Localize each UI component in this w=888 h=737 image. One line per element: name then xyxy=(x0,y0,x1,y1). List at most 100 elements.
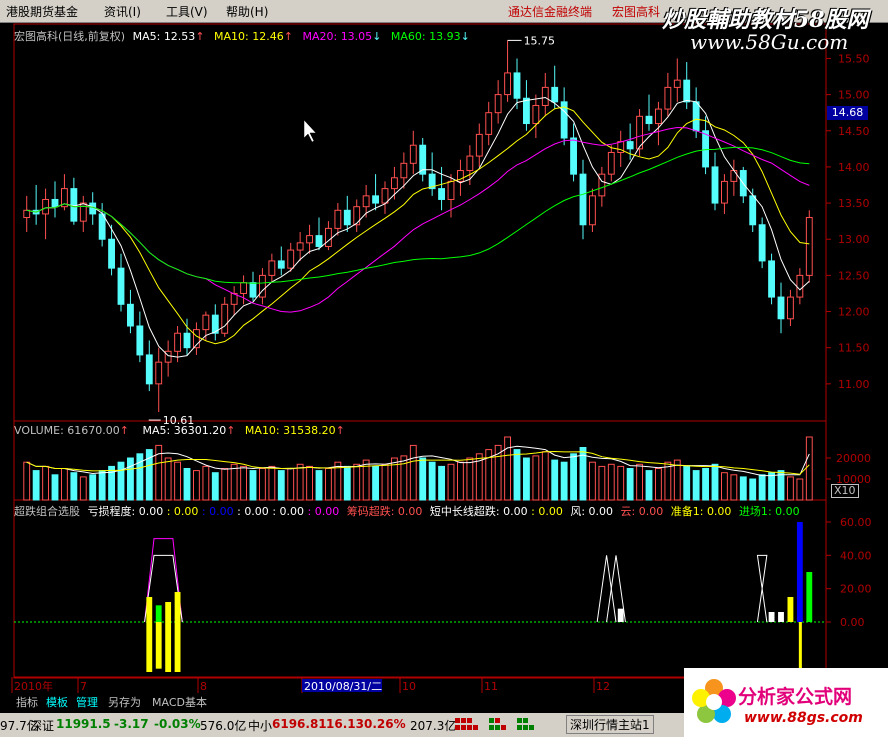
price-tick-label: 15.00 xyxy=(838,89,870,102)
volume-bar xyxy=(117,461,125,501)
indicator-v9: : 0.00 xyxy=(531,505,563,518)
candle-body xyxy=(711,166,719,204)
candle-body xyxy=(768,260,775,298)
price-tick-label: 11.00 xyxy=(838,378,870,391)
volume-bar xyxy=(183,468,191,501)
indicator-term: 短中长线超跌: 0.00 xyxy=(429,505,528,518)
indicator-plot xyxy=(14,522,826,672)
volume-bar xyxy=(607,463,615,501)
chart-frame xyxy=(11,23,831,693)
axis-labels: 15.50 15.00 14.50 14.00 13.50 13.00 12.50 12.00… xyxy=(14,34,872,693)
candle-body xyxy=(155,361,163,385)
ma60-label: MA60: 13.93↓ xyxy=(390,30,470,43)
volume-bar xyxy=(598,465,606,501)
candle-body xyxy=(334,209,342,229)
candle-body xyxy=(409,144,417,164)
price-tick-label: 14.00 xyxy=(838,161,870,174)
volume-bar xyxy=(551,459,559,501)
volume-bar xyxy=(739,476,747,501)
volume-bar xyxy=(277,470,285,501)
indicator-white-pulse xyxy=(756,554,768,623)
volume-bar xyxy=(805,436,813,501)
volume-bar xyxy=(372,465,379,501)
status-sz-change: -3.17 xyxy=(114,717,149,731)
volume-bar xyxy=(419,457,427,501)
indicator-bar xyxy=(806,572,813,622)
candle-body xyxy=(551,86,559,103)
candle-body xyxy=(296,242,304,251)
flower-logo-icon xyxy=(692,679,736,723)
indicator-bar xyxy=(174,592,181,622)
volume-ma10-label: MA10: 31538.20↑ xyxy=(244,424,345,437)
indicator-wind: 风: 0.00 xyxy=(570,505,614,518)
volume-bar xyxy=(202,465,210,501)
price-tick-label: 12.50 xyxy=(838,269,870,282)
candle-body xyxy=(127,303,134,327)
candle-body xyxy=(353,206,361,226)
x-axis-label: 8 xyxy=(200,680,207,693)
tab-indicator[interactable]: 指标 xyxy=(14,695,40,711)
tab-macd[interactable]: MACD基本 xyxy=(150,695,209,711)
status-zx-name: 中小 xyxy=(248,719,273,733)
candle-body xyxy=(683,79,691,103)
volume-bar xyxy=(711,463,719,501)
candle-body xyxy=(362,195,370,208)
volume-bar xyxy=(730,474,738,501)
volume-bar xyxy=(532,455,540,501)
volume-bar xyxy=(70,472,78,501)
volume-bar xyxy=(447,463,455,501)
candle-body xyxy=(23,209,31,219)
candle-body xyxy=(108,238,115,269)
current-price-tag: 14.68 xyxy=(827,106,868,120)
volume-bar xyxy=(409,444,417,501)
volume-unit: X10 xyxy=(831,484,859,498)
candle-body xyxy=(655,108,662,125)
volume-bar xyxy=(768,472,775,501)
volume-bar xyxy=(692,470,700,501)
candle-body xyxy=(607,151,615,175)
tab-save-as[interactable]: 另存为 xyxy=(106,695,143,711)
candle-body xyxy=(202,314,210,331)
status-zx-value: 6196.81 xyxy=(272,717,327,731)
volume-bar xyxy=(381,463,389,501)
tab-template[interactable]: 模板 xyxy=(44,695,70,711)
volume-bar xyxy=(513,449,521,501)
price-tick-label: 13.50 xyxy=(838,197,870,210)
candle-body xyxy=(381,188,389,204)
candle-body xyxy=(174,332,181,352)
indicator-bar-negative xyxy=(798,622,802,669)
candle-body xyxy=(70,188,78,222)
candle-body xyxy=(268,260,276,276)
indicator-bar xyxy=(617,608,624,622)
volume-bar xyxy=(42,465,49,501)
candle-body xyxy=(645,115,653,125)
volume-bar xyxy=(32,470,40,501)
x-axis-label: 12 xyxy=(596,680,610,693)
logo-url: www.88gs.com xyxy=(744,710,863,726)
indicator-bar xyxy=(146,597,153,622)
status-station[interactable]: 深圳行情主站1 xyxy=(566,715,654,734)
candle-body xyxy=(475,133,483,157)
tab-manage[interactable]: 管理 xyxy=(74,695,100,711)
status-zx-pct: 0.26% xyxy=(364,717,406,731)
indicator-prepare: 准备1: 0.00 xyxy=(670,505,732,518)
price-tick-label: 11.50 xyxy=(838,342,870,355)
candle-body xyxy=(541,86,549,106)
volume-bar xyxy=(428,461,436,501)
logo-title: 分析家公式网 xyxy=(738,686,853,708)
volume-bar xyxy=(221,468,229,501)
candle-body xyxy=(485,112,493,135)
candle-body xyxy=(466,155,474,172)
volume-bar xyxy=(268,465,276,501)
candle-body xyxy=(136,325,144,356)
indicator-entry: 进场1: 0.00 xyxy=(738,505,800,518)
indicator-v3: : 0.00 xyxy=(201,505,234,518)
volume-bar xyxy=(655,468,662,501)
chart-canvas[interactable]: 15.50 15.00 14.50 14.00 13.50 13.00 12.50 12.00… xyxy=(0,0,888,737)
candle-body xyxy=(372,195,379,204)
volume-bar xyxy=(457,461,464,501)
candle-body xyxy=(589,195,596,226)
volume-bar xyxy=(259,468,266,501)
x-axis-label: 2010/08/31/二 xyxy=(304,680,382,693)
ma20-label: MA20: 13.05↓ xyxy=(302,30,382,43)
